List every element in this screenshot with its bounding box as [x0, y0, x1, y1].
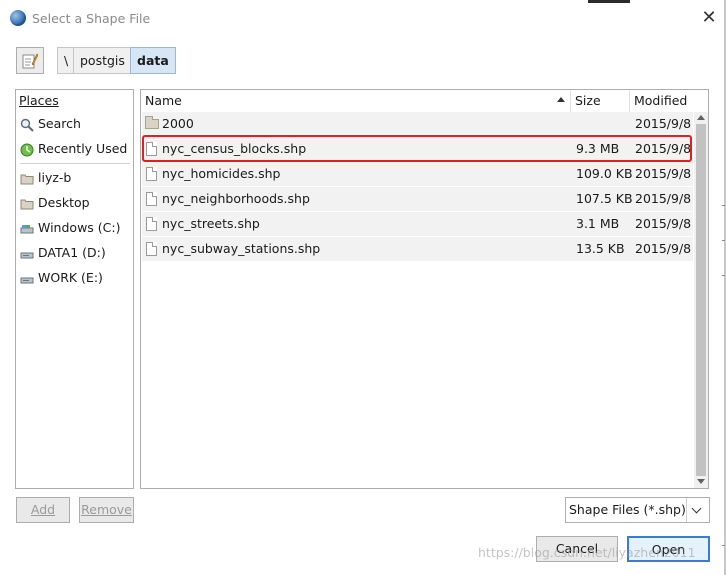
remove-button[interactable]: Remove	[79, 497, 134, 523]
file-size: 13.5 KB	[576, 241, 625, 256]
file-size: 3.1 MB	[576, 216, 620, 231]
column-header-name[interactable]: Name	[141, 90, 571, 112]
background-tick	[722, 205, 725, 206]
breadcrumb-data[interactable]: data	[130, 47, 176, 74]
drive-icon	[20, 221, 34, 235]
place-label: Search	[38, 116, 81, 131]
file-modified: 2015/9/8	[635, 116, 692, 131]
title-bar: Select a Shape File ✕	[0, 0, 726, 36]
file-name: 2000	[162, 116, 194, 131]
file-size: 109.0 KB	[576, 166, 633, 181]
file-icon	[146, 167, 157, 181]
filter-selected-value: Shape Files (*.shp)	[569, 502, 686, 517]
file-name: nyc_subway_stations.shp	[162, 241, 321, 256]
drive-icon	[20, 271, 34, 285]
column-name-label: Name	[145, 93, 182, 108]
scrollbar-thumb[interactable]	[696, 124, 706, 476]
place-windows-c[interactable]: Windows (C:)	[20, 217, 120, 239]
file-type-filter-select[interactable]: Shape Files (*.shp)	[565, 497, 710, 523]
place-desktop[interactable]: Desktop	[20, 192, 90, 214]
place-data1-d[interactable]: DATA1 (D:)	[20, 242, 106, 264]
file-row[interactable]: nyc_neighborhoods.shp 107.5 KB 2015/9/8	[142, 187, 693, 211]
column-modified-label: Modified	[634, 93, 688, 108]
place-recently-used[interactable]: Recently Used	[20, 138, 127, 160]
place-label: liyz-b	[38, 170, 72, 185]
file-icon	[146, 242, 157, 256]
file-icon	[146, 192, 157, 206]
file-modified: 2015/9/8	[635, 216, 692, 231]
file-size: 107.5 KB	[576, 191, 633, 206]
app-globe-icon	[10, 10, 26, 26]
add-button[interactable]: Add	[16, 497, 70, 523]
places-header: Places	[19, 93, 59, 108]
background-window-strip	[709, 89, 724, 489]
file-modified: 2015/9/8	[635, 241, 692, 256]
window-title: Select a Shape File	[32, 11, 151, 26]
file-modified: 2015/9/8	[635, 166, 692, 181]
file-modified: 2015/9/8	[635, 191, 692, 206]
search-icon	[20, 117, 34, 132]
file-row[interactable]: nyc_homicides.shp 109.0 KB 2015/9/8	[142, 162, 693, 186]
place-search[interactable]: Search	[20, 113, 81, 135]
file-name: nyc_neighborhoods.shp	[162, 191, 310, 206]
place-label: Desktop	[38, 195, 90, 210]
scroll-up-icon[interactable]	[697, 115, 705, 120]
folder-icon	[145, 116, 159, 129]
pencil-edit-icon	[22, 53, 38, 69]
folder-icon	[20, 196, 34, 210]
file-name: nyc_homicides.shp	[162, 166, 281, 181]
background-tick	[722, 275, 725, 276]
place-label: Recently Used	[38, 141, 128, 156]
recent-icon	[20, 142, 34, 156]
scroll-down-icon[interactable]	[697, 479, 705, 484]
breadcrumb-postgis[interactable]: postgis	[73, 47, 132, 74]
file-icon	[146, 217, 157, 231]
places-separator	[20, 163, 130, 164]
places-panel: Places Search Recently Used liyz-b Deskt…	[15, 89, 134, 489]
background-tick	[722, 545, 725, 546]
selection-highlight-box	[142, 135, 692, 162]
watermark-text: https://blog.csdn.net/liyazhen2011	[478, 545, 696, 560]
file-row[interactable]: nyc_streets.shp 3.1 MB 2015/9/8	[142, 212, 693, 236]
place-work-e[interactable]: WORK (E:)	[20, 267, 103, 289]
file-name: nyc_streets.shp	[162, 216, 260, 231]
place-label: WORK (E:)	[38, 270, 103, 285]
background-tick	[722, 240, 725, 241]
column-header-modified[interactable]: Modified	[630, 90, 694, 112]
vertical-scrollbar[interactable]	[694, 112, 708, 488]
file-row[interactable]: 2000 2015/9/8	[142, 112, 693, 136]
place-liyz-b[interactable]: liyz-b	[20, 167, 71, 189]
drive-icon	[20, 246, 34, 260]
place-label: Windows (C:)	[38, 220, 121, 235]
place-label: DATA1 (D:)	[38, 245, 106, 260]
column-size-label: Size	[575, 93, 601, 108]
close-icon[interactable]: ✕	[699, 8, 719, 28]
column-header-size[interactable]: Size	[571, 90, 630, 112]
sort-ascending-icon	[557, 97, 565, 102]
chevron-down-icon[interactable]	[686, 498, 709, 522]
background-window-edge	[588, 0, 630, 3]
edit-location-button[interactable]	[16, 47, 44, 74]
folder-icon	[20, 171, 34, 185]
file-row[interactable]: nyc_subway_stations.shp 13.5 KB 2015/9/8	[142, 237, 693, 261]
